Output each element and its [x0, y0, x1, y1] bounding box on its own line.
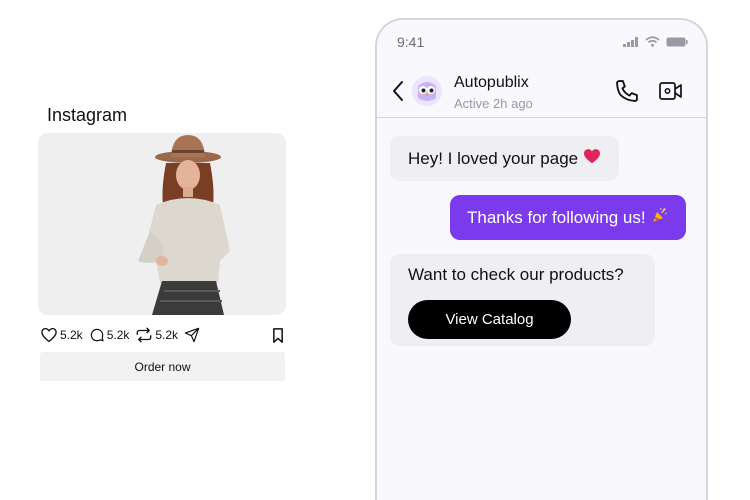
contact-status: Active 2h ago: [454, 96, 533, 111]
likes-stat[interactable]: 5.2k: [40, 326, 83, 344]
back-icon: [393, 81, 403, 101]
likes-count: 5.2k: [60, 328, 83, 342]
heart-emoji: [583, 148, 601, 169]
comment-icon: [90, 328, 104, 342]
message-incoming: Hey! I loved your page: [390, 136, 620, 181]
comments-stat[interactable]: 5.2k: [89, 327, 130, 343]
share-button[interactable]: [184, 327, 202, 343]
instagram-title: Instagram: [47, 105, 128, 125]
party-popper-emoji: [651, 206, 669, 229]
phone-icon: [616, 80, 638, 102]
back-button[interactable]: [392, 80, 404, 107]
message-incoming-with-action: Want to check our products? View Catalog: [390, 254, 655, 346]
reposts-count: 5.2k: [155, 328, 179, 342]
bookmark-button[interactable]: [272, 327, 284, 343]
signal-icon: [623, 36, 638, 47]
chat-header: Autopublix Active 2h ago: [377, 64, 706, 118]
message-outgoing: Thanks for following us!: [450, 195, 686, 240]
message-text: Thanks for following us!: [467, 207, 646, 227]
phone-frame: 9:41 Autopublix Active 2h ago Hey! I lov…: [375, 18, 708, 500]
repost-icon: [136, 327, 152, 343]
status-time: 9:41: [397, 34, 425, 50]
post-actions-bar: 5.2k 5.2k 5.2k: [40, 325, 286, 345]
video-icon: [659, 82, 682, 100]
view-catalog-button[interactable]: View Catalog: [408, 300, 571, 339]
wifi-icon: [645, 36, 660, 47]
voice-call-button[interactable]: [614, 78, 640, 109]
contact-name: Autopublix: [454, 74, 529, 91]
status-icons: [623, 36, 688, 47]
video-call-button[interactable]: [658, 78, 684, 109]
avatar[interactable]: [412, 76, 442, 106]
heart-icon: [41, 327, 57, 343]
order-now-button[interactable]: Order now: [40, 352, 285, 381]
comments-count: 5.2k: [106, 328, 130, 342]
battery-icon: [666, 37, 688, 46]
model-photo: [38, 133, 286, 315]
reposts-stat[interactable]: 5.2k: [135, 327, 178, 343]
post-image[interactable]: [38, 133, 286, 315]
message-text: Hey! I loved your page: [408, 148, 579, 168]
owl-mascot-icon: [412, 76, 442, 106]
message-text: Want to check our products?: [408, 265, 624, 284]
send-icon: [184, 327, 200, 343]
bookmark-icon: [273, 327, 283, 343]
